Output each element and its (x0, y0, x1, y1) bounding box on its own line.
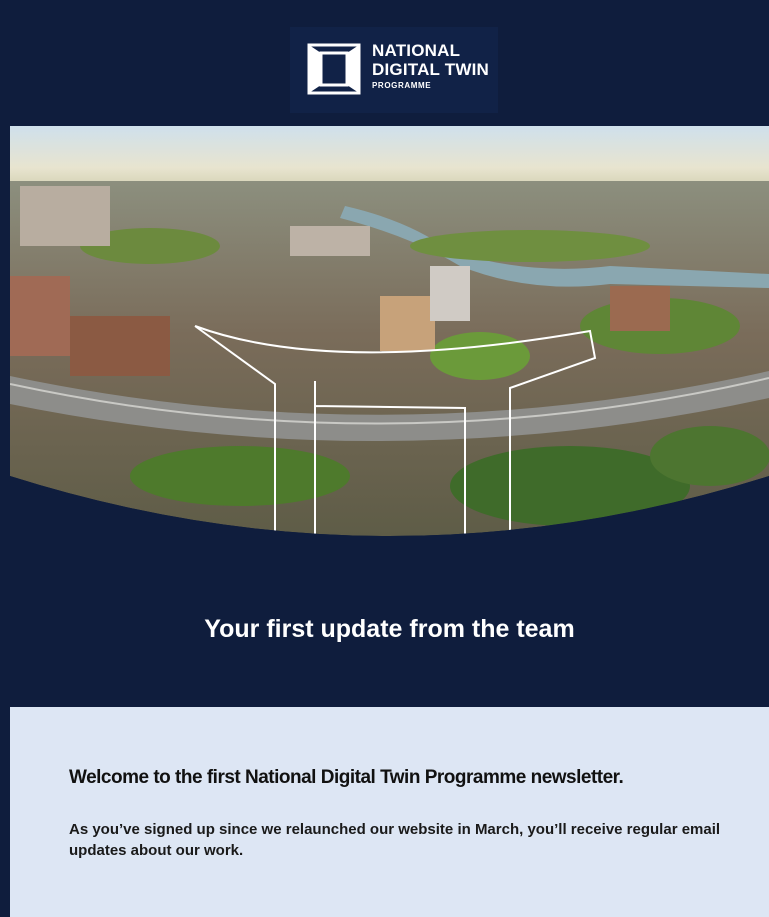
headline: Your first update from the team (204, 615, 575, 643)
email-frame: NATIONAL DIGITAL TWIN PROGRAMME Your fir… (0, 0, 769, 917)
email-body: NATIONAL DIGITAL TWIN PROGRAMME Your fir… (10, 10, 769, 917)
logo-line-1: NATIONAL (372, 41, 461, 60)
hero-image (10, 126, 769, 566)
logo-line-2: DIGITAL TWIN (372, 60, 489, 79)
logo-wordmark: NATIONAL DIGITAL TWIN PROGRAMME (372, 41, 489, 93)
intro-paragraph: As you’ve signed up since we relaunched … (69, 821, 721, 859)
welcome-heading: Welcome to the first National Digital Tw… (69, 767, 624, 788)
email-header: NATIONAL DIGITAL TWIN PROGRAMME (10, 10, 769, 126)
frame-icon (307, 43, 361, 95)
logo-line-3: PROGRAMME (372, 81, 432, 90)
content-panel: Welcome to the first National Digital Tw… (10, 707, 769, 917)
ndtp-logo[interactable]: NATIONAL DIGITAL TWIN PROGRAMME (290, 27, 498, 113)
